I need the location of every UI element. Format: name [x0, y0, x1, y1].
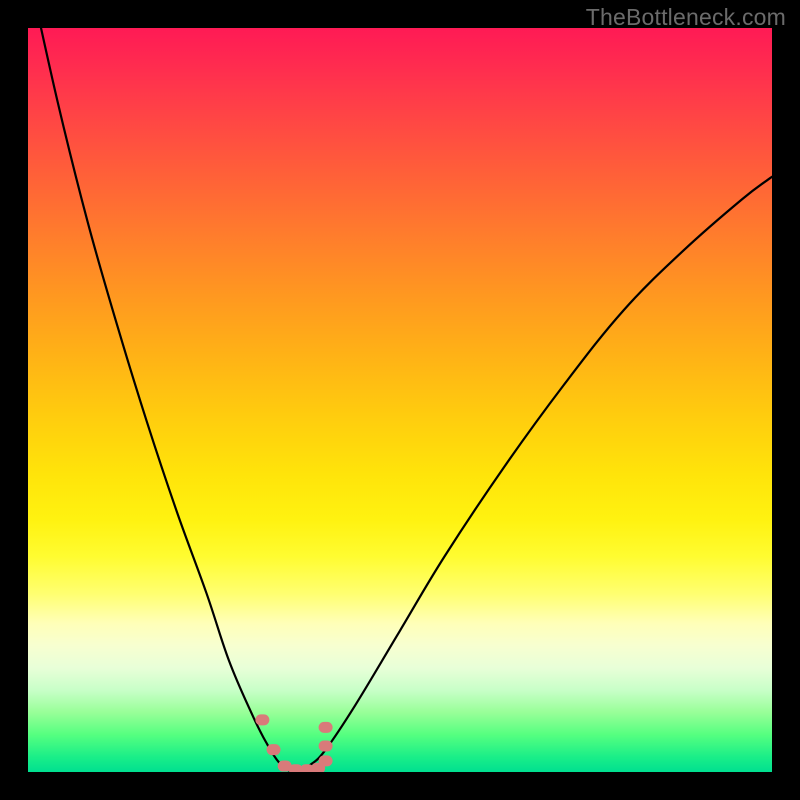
- watermark-text: TheBottleneck.com: [586, 4, 786, 31]
- highlight-marker: [255, 714, 269, 725]
- plot-area: [28, 28, 772, 772]
- curve-layer: [28, 28, 772, 772]
- highlight-marker: [319, 755, 333, 766]
- highlight-marker: [267, 744, 281, 755]
- highlight-marker: [319, 740, 333, 751]
- chart-frame: TheBottleneck.com: [0, 0, 800, 800]
- bottleneck-curve-path: [28, 28, 772, 772]
- highlight-marker: [319, 722, 333, 733]
- bottleneck-curve: [28, 28, 772, 772]
